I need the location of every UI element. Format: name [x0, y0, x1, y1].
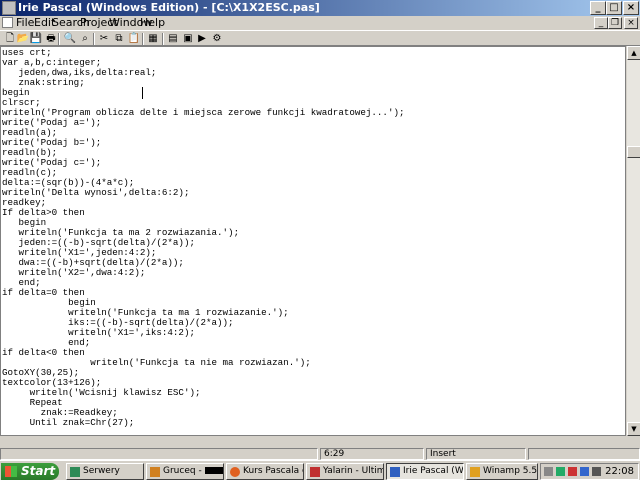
editor-bottom-area — [0, 436, 640, 448]
print-icon[interactable]: 🖶 — [43, 32, 59, 46]
window-title: Irie Pascal (Windows Edition) - [C:\X1X2… — [18, 1, 320, 14]
pascal-icon — [390, 467, 400, 477]
winamp-icon — [470, 467, 480, 477]
document-icon[interactable] — [2, 17, 13, 28]
code-line[interactable]: write('Podaj b='); — [2, 138, 404, 148]
windows-logo-icon — [5, 466, 17, 477]
scroll-down-button[interactable]: ▼ — [627, 422, 640, 436]
task-label: Kurs Pascala d... — [243, 466, 303, 476]
scroll-thumb[interactable] — [627, 146, 640, 158]
status-message — [0, 448, 318, 460]
compile-icon[interactable]: ▦ — [145, 32, 161, 46]
find-icon[interactable]: 🔍 — [62, 32, 78, 46]
menu-help[interactable]: Help — [140, 16, 165, 30]
task-gruceq[interactable]: Gruceq - — [146, 463, 224, 480]
redacted-text — [204, 467, 223, 474]
copy-icon[interactable]: ⧉ — [111, 32, 127, 46]
tray-volume-icon[interactable] — [580, 467, 589, 476]
task-serwery[interactable]: Serwery — [66, 463, 144, 480]
tray-app-icon[interactable] — [592, 467, 601, 476]
task-yalarin[interactable]: Yalarin - Ultim... — [306, 463, 384, 480]
paste-icon[interactable]: 📋 — [126, 32, 142, 46]
system-tray: 22:08 — [540, 463, 639, 480]
task-label: Yalarin - Ultim... — [323, 466, 383, 476]
edit-mode: Insert — [426, 448, 526, 460]
text-caret — [142, 87, 143, 99]
task-winamp[interactable]: Winamp 5.5 — [466, 463, 538, 480]
code-line[interactable]: writeln('Delta wynosi',delta:6:2); — [2, 188, 404, 198]
task-kurs-pascala[interactable]: Kurs Pascala d... — [226, 463, 304, 480]
toolbar: 🗋 📂 💾 🖶 🔍 ⌕ ✂ ⧉ 📋 ▦ ▤ ▣ ▶ ⚙ — [0, 30, 640, 46]
game-icon — [310, 467, 320, 477]
code-line[interactable]: If delta>0 then — [2, 208, 404, 218]
run-icon[interactable]: ▶ — [194, 32, 210, 46]
status-extra — [528, 448, 640, 460]
vertical-scrollbar[interactable]: ▲ ▼ — [626, 46, 640, 436]
project-new-icon[interactable]: ▤ — [165, 32, 181, 46]
save-icon[interactable]: 💾 — [28, 32, 44, 46]
taskbar: Start Serwery Gruceq - Kurs Pascala d...… — [0, 460, 640, 480]
code-text[interactable]: uses crt; var a,b,c:integer; jeden,dwa,ik… — [2, 48, 404, 428]
doc-close-button[interactable]: × — [624, 17, 638, 29]
code-line[interactable]: writeln('X2=',dwa:4:2); — [2, 268, 404, 278]
browser-icon — [230, 467, 240, 477]
doc-restore-button[interactable]: ❐ — [608, 17, 622, 29]
tray-arrow-icon[interactable] — [544, 467, 553, 476]
doc-minimize-button[interactable]: _ — [594, 17, 608, 29]
replace-icon[interactable]: ⌕ — [77, 32, 93, 46]
close-button[interactable]: × — [623, 1, 639, 15]
task-irie-pascal[interactable]: Irie Pascal (Wi... — [386, 463, 464, 480]
code-editor[interactable]: uses crt; var a,b,c:integer; jeden,dwa,ik… — [0, 46, 626, 436]
code-line[interactable]: znak:string; — [2, 78, 404, 88]
task-label: Serwery — [83, 466, 120, 476]
minimize-button[interactable]: _ — [590, 1, 606, 15]
code-line[interactable]: write('Podaj c='); — [2, 158, 404, 168]
menu-bar: File Edit Search Project Window Help _ ❐… — [0, 16, 640, 30]
menu-file[interactable]: File — [16, 16, 34, 30]
debug-icon[interactable]: ⚙ — [209, 32, 225, 46]
task-label: Irie Pascal (Wi... — [403, 466, 464, 476]
server-icon — [70, 467, 80, 477]
clock[interactable]: 22:08 — [605, 464, 634, 479]
cut-icon[interactable]: ✂ — [96, 32, 112, 46]
task-label: Winamp 5.5 — [483, 466, 538, 476]
chat-icon — [150, 467, 160, 477]
status-bar: 6:29 Insert — [0, 448, 640, 460]
cursor-position: 6:29 — [320, 448, 424, 460]
title-bar[interactable]: Irie Pascal (Windows Edition) - [C:\X1X2… — [0, 0, 640, 16]
maximize-button[interactable]: □ — [606, 1, 622, 15]
irie-pascal-window: Irie Pascal (Windows Edition) - [C:\X1X2… — [0, 0, 640, 460]
code-line[interactable]: Until znak=Chr(27); — [2, 418, 404, 428]
scroll-up-button[interactable]: ▲ — [627, 46, 640, 60]
tray-network-icon[interactable] — [556, 467, 565, 476]
app-icon[interactable] — [2, 1, 16, 15]
code-line[interactable]: begin — [2, 88, 404, 98]
task-label: Gruceq - — [163, 466, 205, 476]
start-button[interactable]: Start — [1, 463, 59, 480]
tray-security-icon[interactable] — [568, 467, 577, 476]
start-label: Start — [21, 464, 56, 478]
code-line[interactable]: write('Podaj a='); — [2, 118, 404, 128]
